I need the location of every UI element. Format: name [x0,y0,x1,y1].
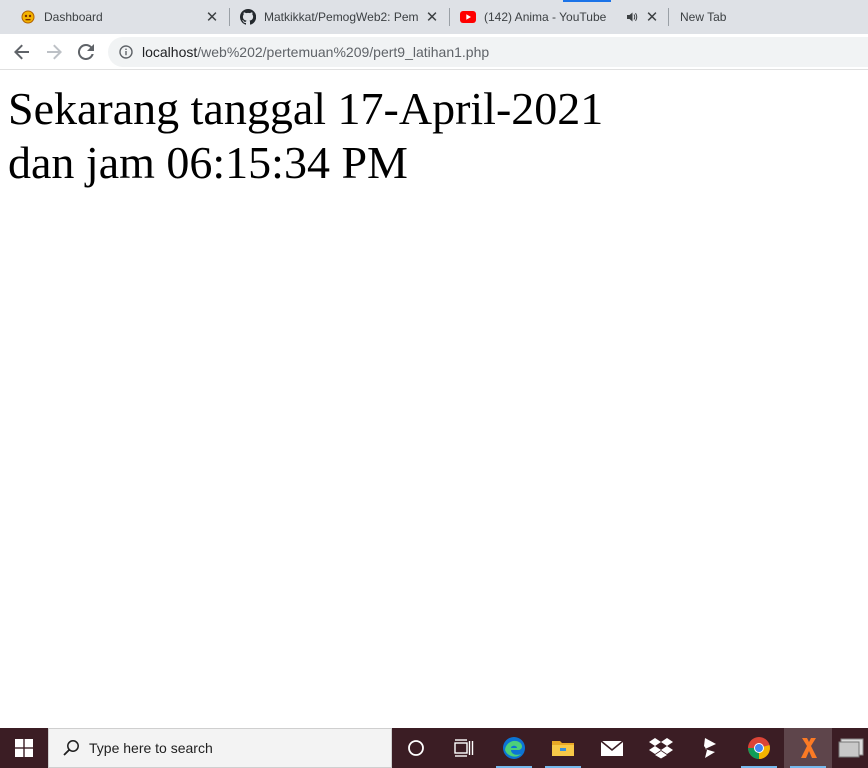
close-icon[interactable]: ✕ [424,9,440,25]
tab-divider [668,8,669,26]
arrow-right-icon [47,44,62,60]
address-bar[interactable]: localhost/web%202/pertemuan%209/pert9_la… [108,37,868,67]
task-view-icon[interactable] [440,728,488,768]
start-button[interactable] [0,728,48,768]
url-text[interactable]: localhost/web%202/pertemuan%209/pert9_la… [142,44,489,60]
reload-button[interactable] [72,38,100,66]
date-text: Sekarang tanggal 17-April-2021 [8,83,604,134]
tab-new-tab[interactable]: New Tab [680,0,868,34]
taskbar-search-box[interactable]: Type here to search [48,728,392,768]
search-placeholder: Type here to search [89,740,213,756]
url-host: localhost [142,44,198,60]
info-icon[interactable] [118,44,134,60]
tab-title: Matkikkat/PemogWeb2: Pem [264,10,418,24]
windows-logo-icon [15,739,33,757]
mail-icon[interactable] [588,728,636,768]
chrome-icon[interactable] [735,728,783,768]
tab-title: New Tab [680,10,727,24]
browser-tab-strip: Dashboard ✕ Matkikkat/PemogWeb2: Pem ✕ (… [0,0,868,34]
tab-divider [229,8,230,26]
xampp-icon[interactable] [784,728,832,768]
file-explorer-icon[interactable] [539,728,587,768]
close-icon[interactable]: ✕ [204,9,220,25]
time-text: dan jam 06:15:34 PM [8,137,408,188]
window-preview-icon[interactable] [833,728,868,768]
back-button[interactable] [8,38,36,66]
page-content: Sekarang tanggal 17-April-2021 dan jam 0… [0,71,868,728]
forward-button[interactable] [40,38,68,66]
close-icon[interactable]: ✕ [644,9,660,25]
edge-icon[interactable] [490,728,538,768]
windows-taskbar: Type here to search [0,728,868,768]
tab-github[interactable]: Matkikkat/PemogWeb2: Pem ✕ [240,0,444,34]
speaker-icon[interactable] [624,9,640,25]
tab-title: (142) Anima - YouTube [484,10,607,24]
tab-title: Dashboard [44,10,103,24]
tab-divider [449,8,450,26]
search-icon [61,738,81,758]
browser-toolbar: localhost/web%202/pertemuan%209/pert9_la… [0,34,868,70]
arrow-left-icon [14,44,29,60]
sublime-text-icon[interactable] [686,728,734,768]
youtube-icon [460,9,476,25]
reload-icon [78,44,94,60]
dropbox-icon[interactable] [637,728,685,768]
tab-youtube[interactable]: (142) Anima - YouTube ✕ [460,0,664,34]
dashboard-favicon-icon [20,9,36,25]
cortana-icon[interactable] [392,728,440,768]
url-path: /web%202/pertemuan%209/pert9_latihan1.ph… [197,44,490,60]
tab-dashboard[interactable]: Dashboard ✕ [20,0,228,34]
github-icon [240,9,256,25]
